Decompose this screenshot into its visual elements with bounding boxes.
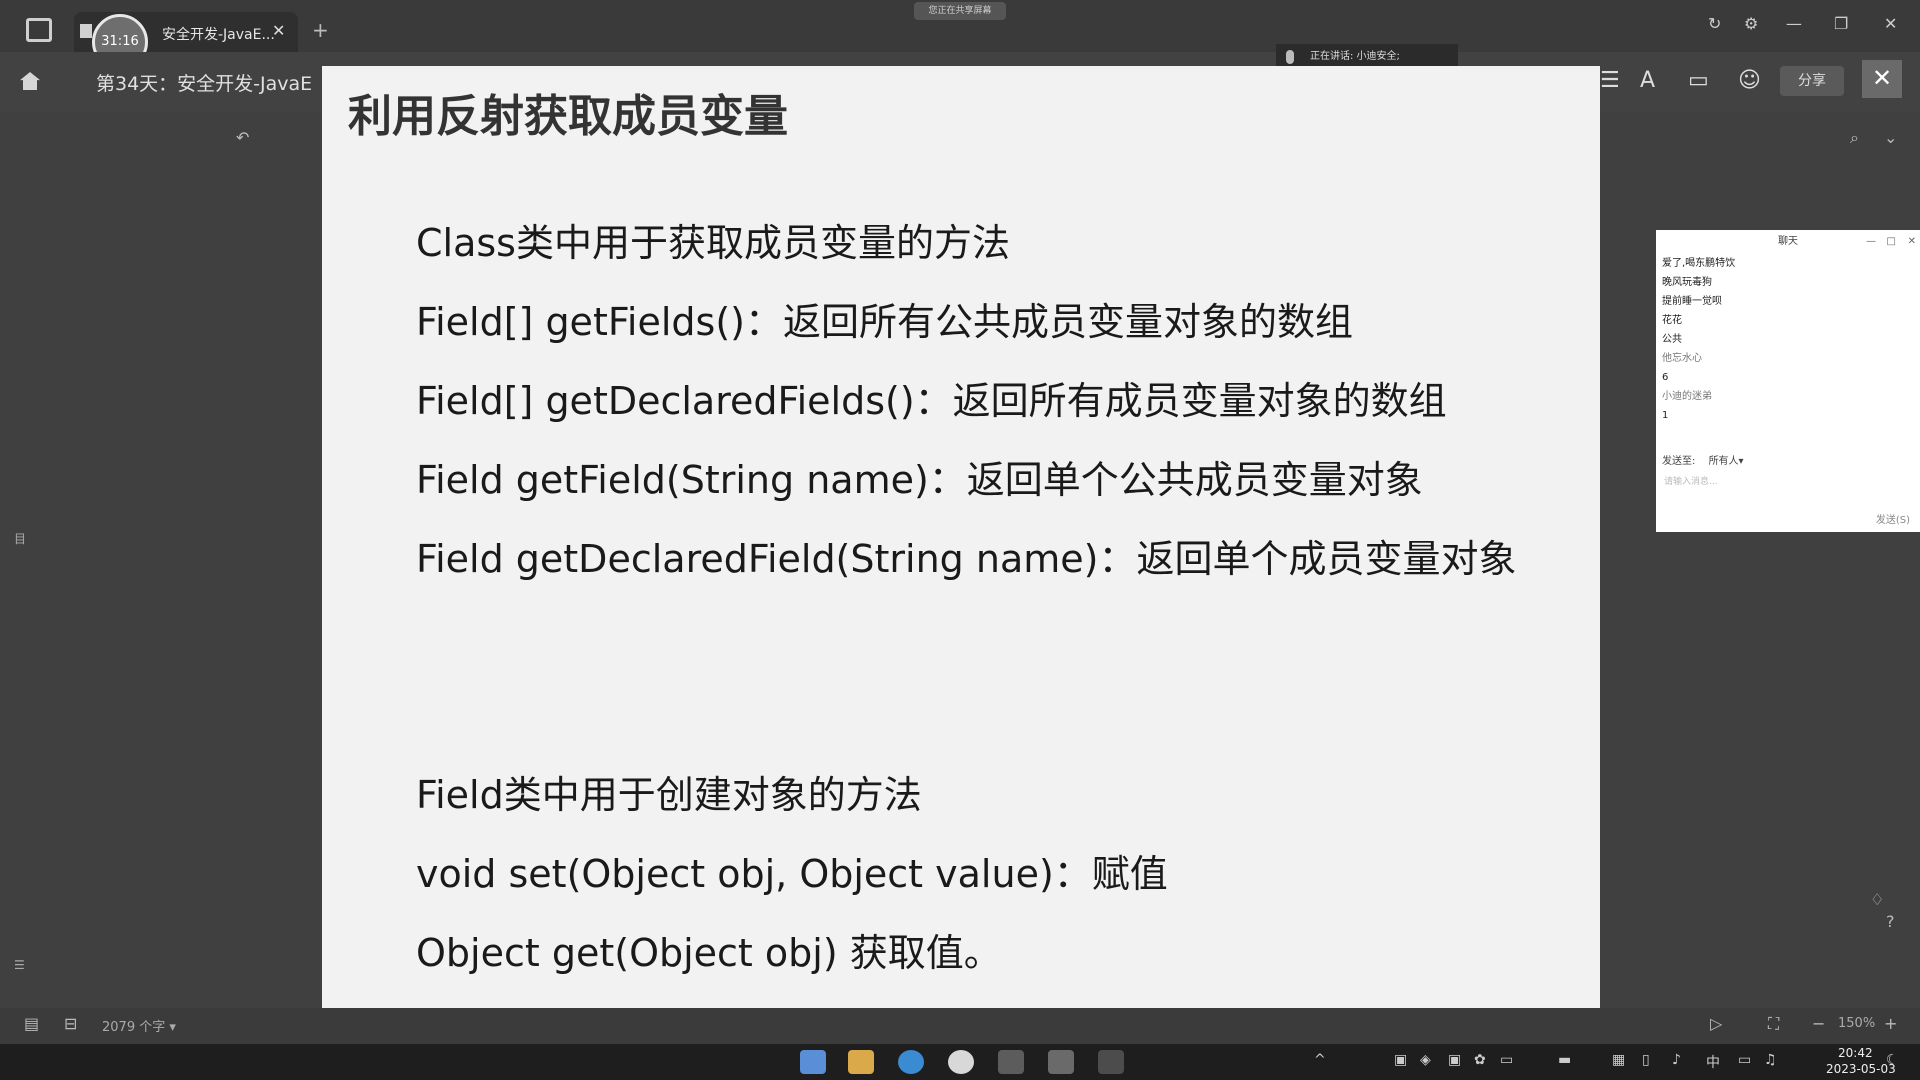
chat-send-button[interactable]: 发送(S) — [1876, 511, 1910, 526]
chat-header: 聊天 — □ ✕ — [1656, 230, 1920, 254]
share-button[interactable]: 分享 — [1780, 66, 1844, 96]
start-icon[interactable] — [800, 1050, 826, 1074]
input-method[interactable]: 中 — [1706, 1052, 1720, 1072]
tray-app-icon[interactable]: ▣ — [1448, 1052, 1461, 1068]
chevron-down-icon[interactable]: ⌄ — [1884, 128, 1897, 147]
edge-browser-icon[interactable] — [898, 1050, 924, 1074]
tray-app-icon[interactable]: ▬ — [1558, 1052, 1571, 1068]
collaborator-icon[interactable]: ☺ — [1738, 68, 1761, 93]
taskbar: ^ ▣ ◈ ▣ ✿ ▭ ▬ ▦ ▯ ♪ 中 ▭ ♫ 20:42 2023-05-… — [0, 1044, 1920, 1080]
close-window-button[interactable]: ✕ — [1884, 14, 1897, 33]
close-presentation-button[interactable]: ✕ — [1862, 60, 1902, 98]
maximize-button[interactable]: ❐ — [1834, 14, 1848, 33]
undo-icon[interactable]: ↶ — [236, 128, 249, 147]
slide-line: Field[] getDeclaredFields()：返回所有成员变量对象的数… — [416, 379, 1447, 423]
chat-message: 花花 — [1662, 315, 1682, 326]
tray-app-icon[interactable]: ✿ — [1474, 1052, 1486, 1068]
document-title: 第34天：安全开发-JavaE — [96, 73, 313, 95]
chat-message: 6 — [1662, 372, 1669, 383]
chat-message-list: 爱了,喝东鹏特饮 晚风玩毒狗 提前睡一觉呗 花花 公共 他忘水心 6 小迪的迷弟… — [1656, 254, 1920, 425]
zoom-in-button[interactable]: + — [1884, 1014, 1897, 1033]
chat-message: 晚风玩毒狗 — [1662, 277, 1712, 288]
page-view-icon[interactable]: ▤ — [24, 1014, 39, 1033]
send-to-label: 发送至: — [1662, 456, 1696, 467]
slide-line: Field getField(String name)：返回单个公共成员变量对象 — [416, 458, 1423, 502]
photos-icon[interactable] — [1048, 1050, 1074, 1074]
microphone-icon — [1286, 50, 1294, 64]
volume-icon[interactable]: ♫ — [1764, 1052, 1777, 1068]
notification-icon[interactable]: ☾ — [1886, 1052, 1899, 1068]
settings-icon[interactable]: ⚙ — [1744, 14, 1758, 33]
app-logo-icon[interactable] — [26, 18, 52, 42]
outline-icon[interactable]: 目 — [14, 530, 26, 547]
microphone-tray-icon[interactable]: ♪ — [1672, 1052, 1681, 1068]
chat-message: 公共 — [1662, 334, 1682, 345]
chat-minimize-button[interactable]: — — [1866, 230, 1876, 254]
search-icon[interactable]: ⌕ — [1850, 128, 1859, 148]
font-icon[interactable]: A — [1640, 68, 1655, 93]
new-tab-button[interactable]: + — [312, 18, 329, 42]
chat-input[interactable]: 请输入消息... — [1664, 474, 1718, 487]
slide-line: void set(Object obj, Object value)：赋值 — [416, 852, 1168, 896]
tray-shield-icon[interactable]: ◈ — [1420, 1052, 1431, 1068]
present-icon[interactable]: ▭ — [1688, 68, 1709, 93]
zoom-out-button[interactable]: − — [1812, 1014, 1825, 1033]
slide-line: Object get(Object obj) 获取值。 — [416, 931, 1002, 975]
tray-app-icon[interactable]: ▯ — [1642, 1052, 1650, 1068]
toc-icon[interactable]: ☰ — [14, 958, 25, 972]
network-icon[interactable]: ▭ — [1738, 1052, 1751, 1068]
recipient-select[interactable]: 所有人▾ — [1709, 456, 1744, 467]
list-icon[interactable]: ☰ — [1600, 68, 1620, 93]
chat-message: 小迪的迷弟 — [1662, 391, 1712, 402]
play-icon[interactable]: ▷ — [1710, 1014, 1722, 1033]
zoom-level[interactable]: 150% — [1838, 1016, 1875, 1031]
layout-icon[interactable]: ⊟ — [64, 1014, 77, 1033]
tray-app-icon[interactable]: ▭ — [1500, 1052, 1513, 1068]
chat-message: 爱了,喝东鹏特饮 — [1662, 258, 1736, 269]
chat-message: 1 — [1662, 410, 1669, 421]
chat-panel: 聊天 — □ ✕ 爱了,喝东鹏特饮 晚风玩毒狗 提前睡一觉呗 花花 公共 他忘水… — [1656, 230, 1920, 532]
slide-canvas: 利用反射获取成员变量 Class类中用于获取成员变量的方法 Field[] ge… — [322, 66, 1600, 1008]
chat-title: 聊天 — [1778, 236, 1798, 247]
clock-time[interactable]: 20:42 — [1838, 1046, 1873, 1060]
notes-icon[interactable] — [1098, 1050, 1124, 1074]
slide-title: 利用反射获取成员变量 — [348, 91, 788, 142]
chat-close-button[interactable]: ✕ — [1908, 230, 1916, 254]
minimize-button[interactable]: — — [1786, 14, 1802, 33]
status-bar: ▤ ⊟ 2079 个字 ▾ ▷ ⛶ − 150% + — [0, 1008, 1920, 1044]
chat-message: 他忘水心 — [1662, 353, 1702, 364]
tab-label: 安全开发-JavaE... — [162, 27, 275, 43]
speaker-status-text: 正在讲话: 小迪安全; — [1310, 51, 1400, 62]
app-icon[interactable] — [998, 1050, 1024, 1074]
home-icon[interactable] — [20, 72, 40, 90]
document-icon — [80, 24, 92, 38]
chat-maximize-button[interactable]: □ — [1887, 230, 1896, 254]
shirt-icon[interactable]: ♢ — [1870, 890, 1884, 909]
tray-app-icon[interactable]: ▣ — [1394, 1052, 1407, 1068]
fullscreen-icon[interactable]: ⛶ — [1768, 1014, 1779, 1034]
screen-share-banner: 您正在共享屏幕 — [914, 2, 1006, 20]
slide-line: Field类中用于创建对象的方法 — [416, 773, 922, 817]
file-explorer-icon[interactable] — [848, 1050, 874, 1074]
tray-expand-icon[interactable]: ^ — [1314, 1052, 1326, 1068]
slide-line: Field getDeclaredField(String name)：返回单个… — [416, 537, 1517, 581]
slide-line: Field[] getFields()：返回所有公共成员变量对象的数组 — [416, 300, 1353, 344]
chat-message: 提前睡一觉呗 — [1662, 296, 1722, 307]
help-icon[interactable]: ? — [1886, 912, 1895, 931]
slide-line: Class类中用于获取成员变量的方法 — [416, 221, 1010, 265]
tray-app-icon[interactable]: ▦ — [1612, 1052, 1625, 1068]
word-count[interactable]: 2079 个字 ▾ — [102, 1016, 176, 1035]
chat-recipient-row: 发送至: 所有人▾ — [1662, 452, 1744, 467]
refresh-icon[interactable]: ↻ — [1708, 14, 1721, 33]
tab-close-button[interactable]: ✕ — [272, 21, 285, 40]
title-bar: 安全开发-JavaE... ✕ + 您正在共享屏幕 ↻ ⚙ — ❐ ✕ — [0, 0, 1920, 52]
chrome-browser-icon[interactable] — [948, 1050, 974, 1074]
